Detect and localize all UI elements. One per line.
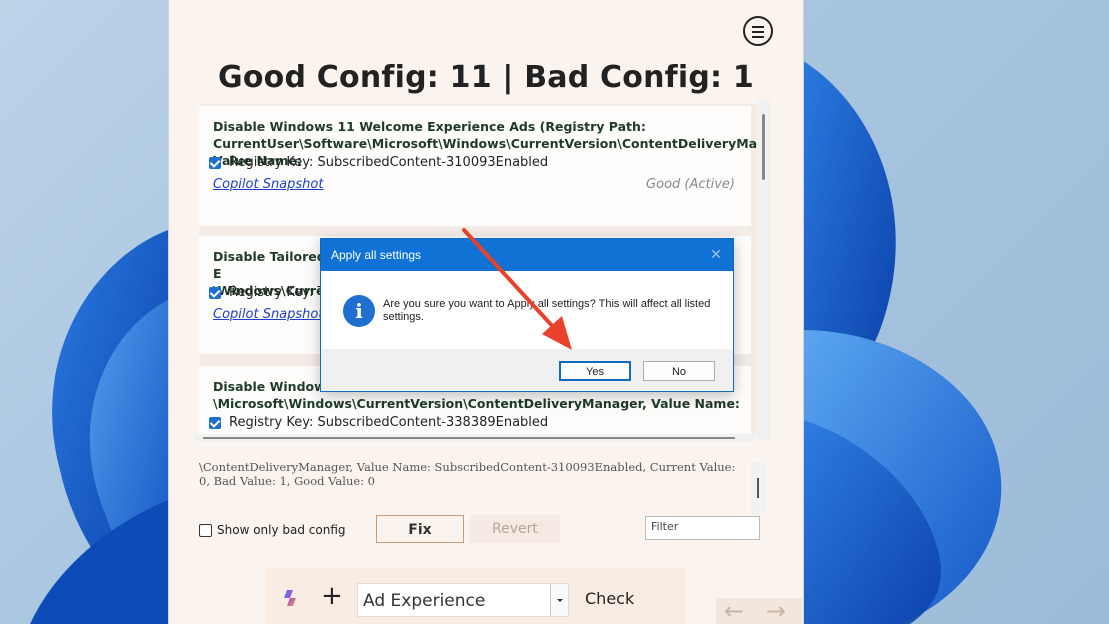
setting-checkbox[interactable]	[209, 287, 221, 299]
chevron-down-icon[interactable]	[550, 584, 568, 616]
dialog-titlebar: Apply all settings ✕	[321, 239, 733, 271]
dialog-title: Apply all settings	[331, 248, 422, 262]
category-dropdown[interactable]: Ad Experience	[357, 583, 569, 617]
no-button[interactable]: No	[643, 361, 715, 381]
status-label: Good (Active)	[646, 177, 735, 192]
info-icon: i	[343, 295, 375, 327]
back-arrow-icon[interactable]: ←	[724, 597, 744, 625]
dialog-footer: Yes No	[321, 349, 733, 391]
copilot-snapshot-link[interactable]: Copilot Snapshot	[213, 177, 323, 192]
hamburger-menu-icon[interactable]	[743, 16, 773, 46]
list-vertical-scrollbar[interactable]	[757, 100, 771, 440]
close-icon[interactable]: ✕	[707, 245, 725, 263]
filter-input[interactable]: Filter	[645, 516, 760, 540]
details-text: \ContentDeliveryManager, Value Name: Sub…	[199, 460, 736, 488]
bottom-toolbar: + Ad Experience Check	[265, 568, 685, 624]
plus-icon[interactable]: +	[321, 582, 343, 610]
details-scrollbar[interactable]	[751, 462, 765, 514]
navigation-arrows: ← →	[716, 597, 802, 625]
fix-button[interactable]: Fix	[376, 515, 464, 543]
setting-checkbox[interactable]	[209, 417, 221, 429]
list-item[interactable]: Disable Windows 11 Welcome Experience Ad…	[199, 106, 769, 226]
forward-arrow-icon[interactable]: →	[766, 597, 786, 625]
show-bad-config-label: Show only bad config	[217, 523, 346, 537]
apply-settings-dialog: Apply all settings ✕ i Are you sure you …	[320, 238, 734, 392]
page-title: Good Config: 11 | Bad Config: 1	[218, 60, 754, 95]
check-button[interactable]: Check	[585, 589, 634, 608]
copilot-icon[interactable]	[281, 588, 301, 608]
setting-checkbox[interactable]	[209, 157, 221, 169]
dialog-message: Are you sure you want to Apply all setti…	[383, 298, 711, 323]
list-horizontal-scrollbar[interactable]	[195, 434, 755, 442]
registry-key-label: Registry Key: Ta	[229, 285, 332, 300]
dropdown-value: Ad Experience	[363, 591, 486, 611]
registry-key-label: Registry Key: SubscribedContent-338389En…	[229, 415, 549, 430]
registry-key-label: Registry Key: SubscribedContent-310093En…	[229, 155, 549, 170]
copilot-snapshot-link[interactable]: Copilot Snapshot	[213, 307, 323, 322]
revert-button[interactable]: Revert	[470, 515, 560, 543]
yes-button[interactable]: Yes	[559, 361, 631, 381]
show-bad-config-checkbox[interactable]	[199, 524, 212, 537]
